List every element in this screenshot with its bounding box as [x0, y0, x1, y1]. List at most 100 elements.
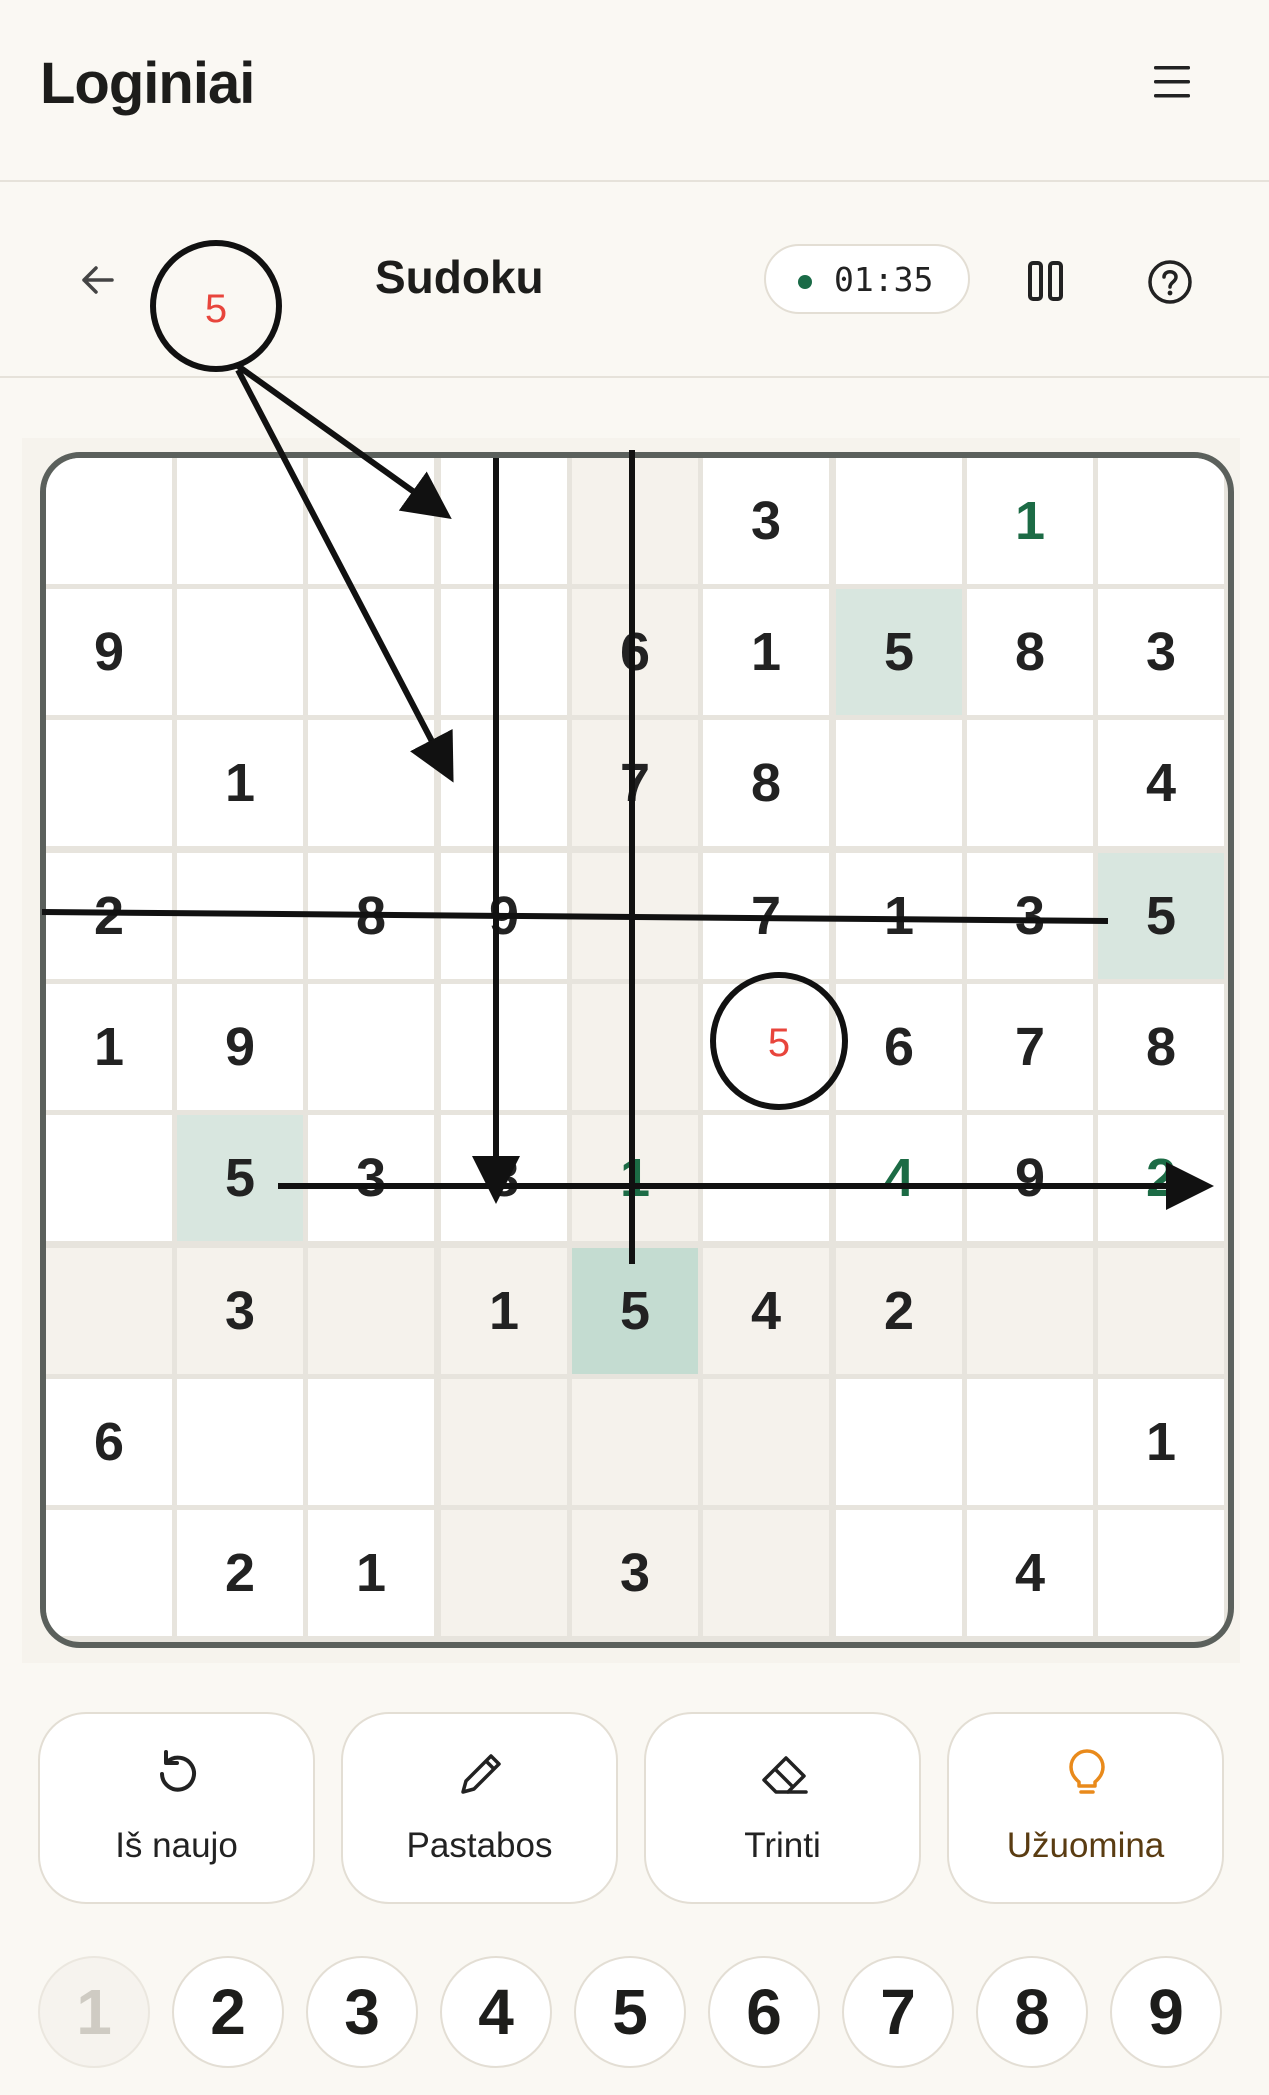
- sudoku-cell[interactable]: [967, 1248, 1093, 1374]
- sudoku-cell[interactable]: 3: [177, 1248, 303, 1374]
- sudoku-cell[interactable]: [703, 1379, 829, 1505]
- number-button-1[interactable]: 1: [38, 1956, 150, 2068]
- sudoku-cell[interactable]: [967, 1379, 1093, 1505]
- sudoku-cell[interactable]: 9: [441, 853, 567, 979]
- sudoku-cell[interactable]: [1098, 458, 1224, 584]
- sudoku-cell[interactable]: 3: [967, 853, 1093, 979]
- number-button-5[interactable]: 5: [574, 1956, 686, 2068]
- restart-button[interactable]: Iš naujo: [38, 1712, 315, 1904]
- sudoku-cell[interactable]: 6: [836, 984, 962, 1110]
- pause-icon[interactable]: [1026, 260, 1066, 302]
- sudoku-cell[interactable]: 1: [967, 458, 1093, 584]
- sudoku-cell[interactable]: [836, 1510, 962, 1636]
- hamburger-icon[interactable]: [1150, 62, 1198, 102]
- top-bar: Loginiai: [0, 0, 1269, 182]
- number-button-8[interactable]: 8: [976, 1956, 1088, 2068]
- sudoku-cell[interactable]: 5: [177, 1115, 303, 1241]
- sudoku-cell[interactable]: [572, 984, 698, 1110]
- sudoku-cell[interactable]: 2: [1098, 1115, 1224, 1241]
- sudoku-cell[interactable]: [703, 1115, 829, 1241]
- sudoku-cell[interactable]: 2: [836, 1248, 962, 1374]
- sudoku-cell[interactable]: 9: [177, 984, 303, 1110]
- sudoku-cell[interactable]: [46, 458, 172, 584]
- sudoku-cell[interactable]: 1: [177, 720, 303, 846]
- number-button-6[interactable]: 6: [708, 1956, 820, 2068]
- sudoku-cell[interactable]: [836, 458, 962, 584]
- sudoku-cell[interactable]: 1: [46, 984, 172, 1110]
- sudoku-cell[interactable]: 7: [572, 720, 698, 846]
- sudoku-cell[interactable]: [308, 1248, 434, 1374]
- sudoku-cell[interactable]: [177, 853, 303, 979]
- sudoku-cell[interactable]: 3: [308, 1115, 434, 1241]
- erase-button[interactable]: Trinti: [644, 1712, 921, 1904]
- sudoku-cell[interactable]: [1098, 1510, 1224, 1636]
- sudoku-cell[interactable]: [441, 589, 567, 715]
- sudoku-cell[interactable]: 1: [703, 589, 829, 715]
- sudoku-cell[interactable]: 3: [1098, 589, 1224, 715]
- sudoku-cell[interactable]: [46, 1115, 172, 1241]
- sudoku-cell[interactable]: 1: [1098, 1379, 1224, 1505]
- sudoku-cell[interactable]: [46, 1510, 172, 1636]
- sudoku-cell[interactable]: 3: [572, 1510, 698, 1636]
- sudoku-cell[interactable]: 4: [836, 1115, 962, 1241]
- sudoku-cell[interactable]: 6: [46, 1379, 172, 1505]
- sudoku-cell[interactable]: 7: [967, 984, 1093, 1110]
- sudoku-cell[interactable]: [308, 1379, 434, 1505]
- hint-button[interactable]: Užuomina: [947, 1712, 1224, 1904]
- sudoku-cell[interactable]: [836, 1379, 962, 1505]
- sudoku-cell[interactable]: [308, 720, 434, 846]
- notes-button[interactable]: Pastabos: [341, 1712, 618, 1904]
- sudoku-cell[interactable]: 3: [703, 458, 829, 584]
- sudoku-cell[interactable]: 8: [967, 589, 1093, 715]
- sudoku-cell[interactable]: [572, 1379, 698, 1505]
- sudoku-cell[interactable]: 1: [572, 1115, 698, 1241]
- sudoku-cell[interactable]: 9: [967, 1115, 1093, 1241]
- sudoku-cell[interactable]: 4: [703, 1248, 829, 1374]
- sudoku-cell[interactable]: [703, 984, 829, 1110]
- sudoku-cell[interactable]: [177, 589, 303, 715]
- sudoku-cell[interactable]: [177, 458, 303, 584]
- number-button-3[interactable]: 3: [306, 1956, 418, 2068]
- sudoku-cell[interactable]: 8: [308, 853, 434, 979]
- sudoku-cell[interactable]: [46, 720, 172, 846]
- sudoku-cell[interactable]: [836, 720, 962, 846]
- sudoku-cell[interactable]: [177, 1379, 303, 1505]
- sudoku-cell[interactable]: 1: [836, 853, 962, 979]
- sudoku-cell[interactable]: [967, 720, 1093, 846]
- app-logo[interactable]: Loginiai: [40, 50, 255, 117]
- number-button-2[interactable]: 2: [172, 1956, 284, 2068]
- sudoku-cell[interactable]: [572, 458, 698, 584]
- sudoku-cell[interactable]: 8: [703, 720, 829, 846]
- sudoku-cell[interactable]: 7: [703, 853, 829, 979]
- sudoku-cell[interactable]: [441, 984, 567, 1110]
- sudoku-cell[interactable]: 9: [46, 589, 172, 715]
- sudoku-cell[interactable]: [308, 984, 434, 1110]
- sudoku-cell[interactable]: 5: [836, 589, 962, 715]
- sudoku-cell[interactable]: 5: [1098, 853, 1224, 979]
- sudoku-cell[interactable]: [572, 853, 698, 979]
- sudoku-cell[interactable]: 4: [1098, 720, 1224, 846]
- sudoku-cell[interactable]: [703, 1510, 829, 1636]
- sudoku-cell[interactable]: [308, 589, 434, 715]
- sudoku-cell[interactable]: 8: [441, 1115, 567, 1241]
- sudoku-cell[interactable]: 5: [572, 1248, 698, 1374]
- sudoku-cell[interactable]: [441, 458, 567, 584]
- sudoku-cell[interactable]: [441, 1510, 567, 1636]
- sudoku-cell[interactable]: [1098, 1248, 1224, 1374]
- sudoku-cell[interactable]: [441, 1379, 567, 1505]
- sudoku-cell[interactable]: 1: [441, 1248, 567, 1374]
- sudoku-cell[interactable]: 4: [967, 1510, 1093, 1636]
- sudoku-cell[interactable]: [441, 720, 567, 846]
- question-icon[interactable]: [1146, 258, 1194, 306]
- sudoku-cell[interactable]: [46, 1248, 172, 1374]
- number-button-7[interactable]: 7: [842, 1956, 954, 2068]
- sudoku-cell[interactable]: 2: [177, 1510, 303, 1636]
- sudoku-cell[interactable]: [308, 458, 434, 584]
- number-button-4[interactable]: 4: [440, 1956, 552, 2068]
- sudoku-cell[interactable]: 1: [308, 1510, 434, 1636]
- sudoku-cell[interactable]: 2: [46, 853, 172, 979]
- sudoku-cell[interactable]: 8: [1098, 984, 1224, 1110]
- arrow-left-icon[interactable]: [78, 260, 118, 300]
- number-button-9[interactable]: 9: [1110, 1956, 1222, 2068]
- sudoku-cell[interactable]: 6: [572, 589, 698, 715]
